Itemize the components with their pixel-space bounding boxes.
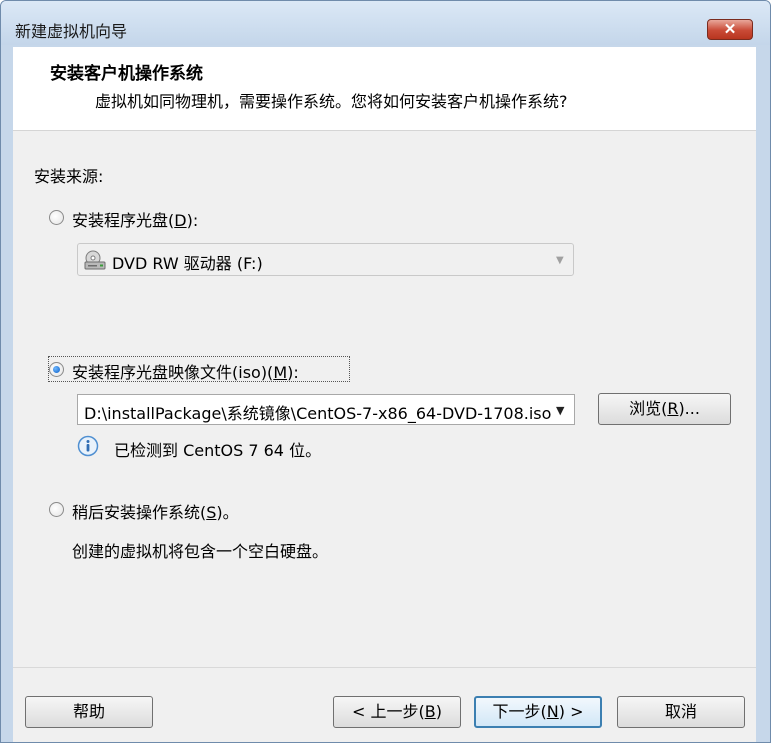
os-detected-text: 已检测到 CentOS 7 64 位。 — [114, 441, 322, 460]
title-bar: 新建虚拟机向导 ✕ — [1, 1, 770, 45]
dvd-drive-value: DVD RW 驱动器 (F:) — [112, 254, 263, 273]
radio-button[interactable] — [49, 502, 64, 517]
wizard-header: 安装客户机操作系统 虚拟机如同物理机，需要操作系统。您将如何安装客户机操作系统? — [13, 47, 756, 131]
new-vm-wizard-window: 新建虚拟机向导 ✕ 安装客户机操作系统 虚拟机如同物理机，需要操作系统。您将如何… — [0, 0, 771, 743]
chevron-down-icon[interactable]: ▼ — [556, 404, 564, 417]
wizard-footer: 帮助 < 上一步(B) 下一步(N) > 取消 — [13, 667, 756, 742]
radio-installer-disc[interactable]: 安装程序光盘(D): — [49, 205, 249, 230]
window-title: 新建虚拟机向导 — [15, 22, 128, 41]
close-button[interactable]: ✕ — [707, 19, 753, 40]
page-title: 安装客户机操作系统 — [50, 64, 203, 84]
chevron-down-icon: ▼ — [556, 255, 564, 266]
radio-iso-image[interactable]: 安装程序光盘映像文件(iso)(M): — [48, 356, 350, 382]
browse-button[interactable]: 浏览(R)... — [598, 393, 731, 425]
radio-button[interactable] — [49, 210, 64, 225]
radio-button[interactable] — [49, 362, 64, 377]
install-source-label: 安装来源: — [34, 167, 104, 186]
cancel-button[interactable]: 取消 — [617, 696, 745, 728]
info-icon — [77, 435, 99, 457]
blank-disk-note: 创建的虚拟机将包含一个空白硬盘。 — [72, 542, 329, 561]
radio-install-later[interactable]: 稍后安装操作系统(S)。 — [49, 497, 269, 522]
help-button[interactable]: 帮助 — [25, 696, 153, 728]
iso-path-value[interactable]: D:\installPackage\系统镜像\CentOS-7-x86_64-D… — [84, 400, 551, 424]
wizard-content: 安装来源: 安装程序光盘(D): DVD RW 驱动器 (F:) ▼ 安装程序光… — [13, 131, 756, 667]
dvd-drive-icon — [84, 250, 106, 270]
dvd-drive-select[interactable]: DVD RW 驱动器 (F:) ▼ — [77, 243, 574, 276]
iso-path-combobox[interactable]: D:\installPackage\系统镜像\CentOS-7-x86_64-D… — [77, 394, 575, 425]
radio-install-later-label: 稍后安装操作系统(S)。 — [72, 503, 239, 522]
page-subtitle: 虚拟机如同物理机，需要操作系统。您将如何安装客户机操作系统? — [95, 92, 568, 111]
radio-installer-disc-label: 安装程序光盘(D): — [72, 211, 199, 230]
back-button[interactable]: < 上一步(B) — [333, 696, 461, 728]
next-button[interactable]: 下一步(N) > — [474, 696, 602, 728]
close-icon: ✕ — [723, 21, 737, 38]
radio-iso-image-label: 安装程序光盘映像文件(iso)(M): — [72, 363, 299, 382]
